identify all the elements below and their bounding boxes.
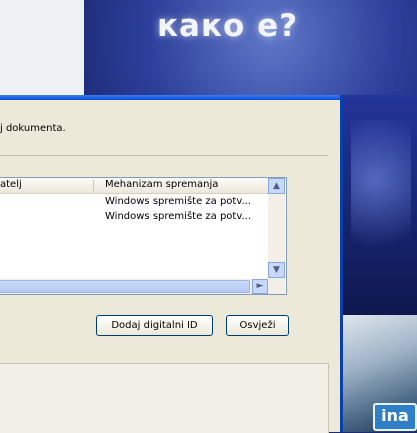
separator bbox=[0, 155, 328, 156]
list-header: atelj Mehanizam spremanja bbox=[0, 178, 268, 194]
horizontal-scrollbar[interactable]: ► bbox=[0, 279, 268, 294]
digital-id-dialog: j dokumenta. atelj Mehanizam spremanja W… bbox=[0, 95, 343, 433]
scroll-up-icon[interactable]: ▲ bbox=[268, 178, 285, 194]
horizontal-scroll-thumb[interactable] bbox=[0, 280, 250, 293]
background-photo: како е? bbox=[0, 0, 417, 95]
column-header-storage[interactable]: Mehanizam spremanja bbox=[105, 179, 218, 190]
scroll-down-icon[interactable]: ▼ bbox=[268, 262, 285, 278]
add-digital-id-button[interactable]: Dodaj digitalni ID bbox=[96, 315, 213, 336]
details-panel bbox=[0, 363, 329, 433]
background-white-area bbox=[0, 0, 84, 95]
intro-text: j dokumenta. bbox=[0, 123, 66, 134]
list-row-storage[interactable]: Windows spremište za potv... bbox=[105, 196, 251, 207]
background-right-panel bbox=[343, 95, 417, 315]
list-row-storage[interactable]: Windows spremište za potv... bbox=[105, 211, 251, 222]
column-separator[interactable] bbox=[93, 180, 94, 191]
scroll-right-icon[interactable]: ► bbox=[252, 279, 268, 294]
brand-logo: ina bbox=[373, 403, 417, 431]
background-glow bbox=[351, 120, 411, 270]
banner-text: како е? bbox=[157, 8, 299, 44]
title-bar[interactable] bbox=[0, 95, 340, 100]
refresh-button[interactable]: Osvježi bbox=[226, 315, 289, 336]
column-header-issuer[interactable]: atelj bbox=[0, 179, 22, 190]
vertical-scrollbar[interactable]: ▲ ▼ bbox=[268, 178, 285, 294]
digital-id-list[interactable]: atelj Mehanizam spremanja Windows spremi… bbox=[0, 177, 287, 295]
